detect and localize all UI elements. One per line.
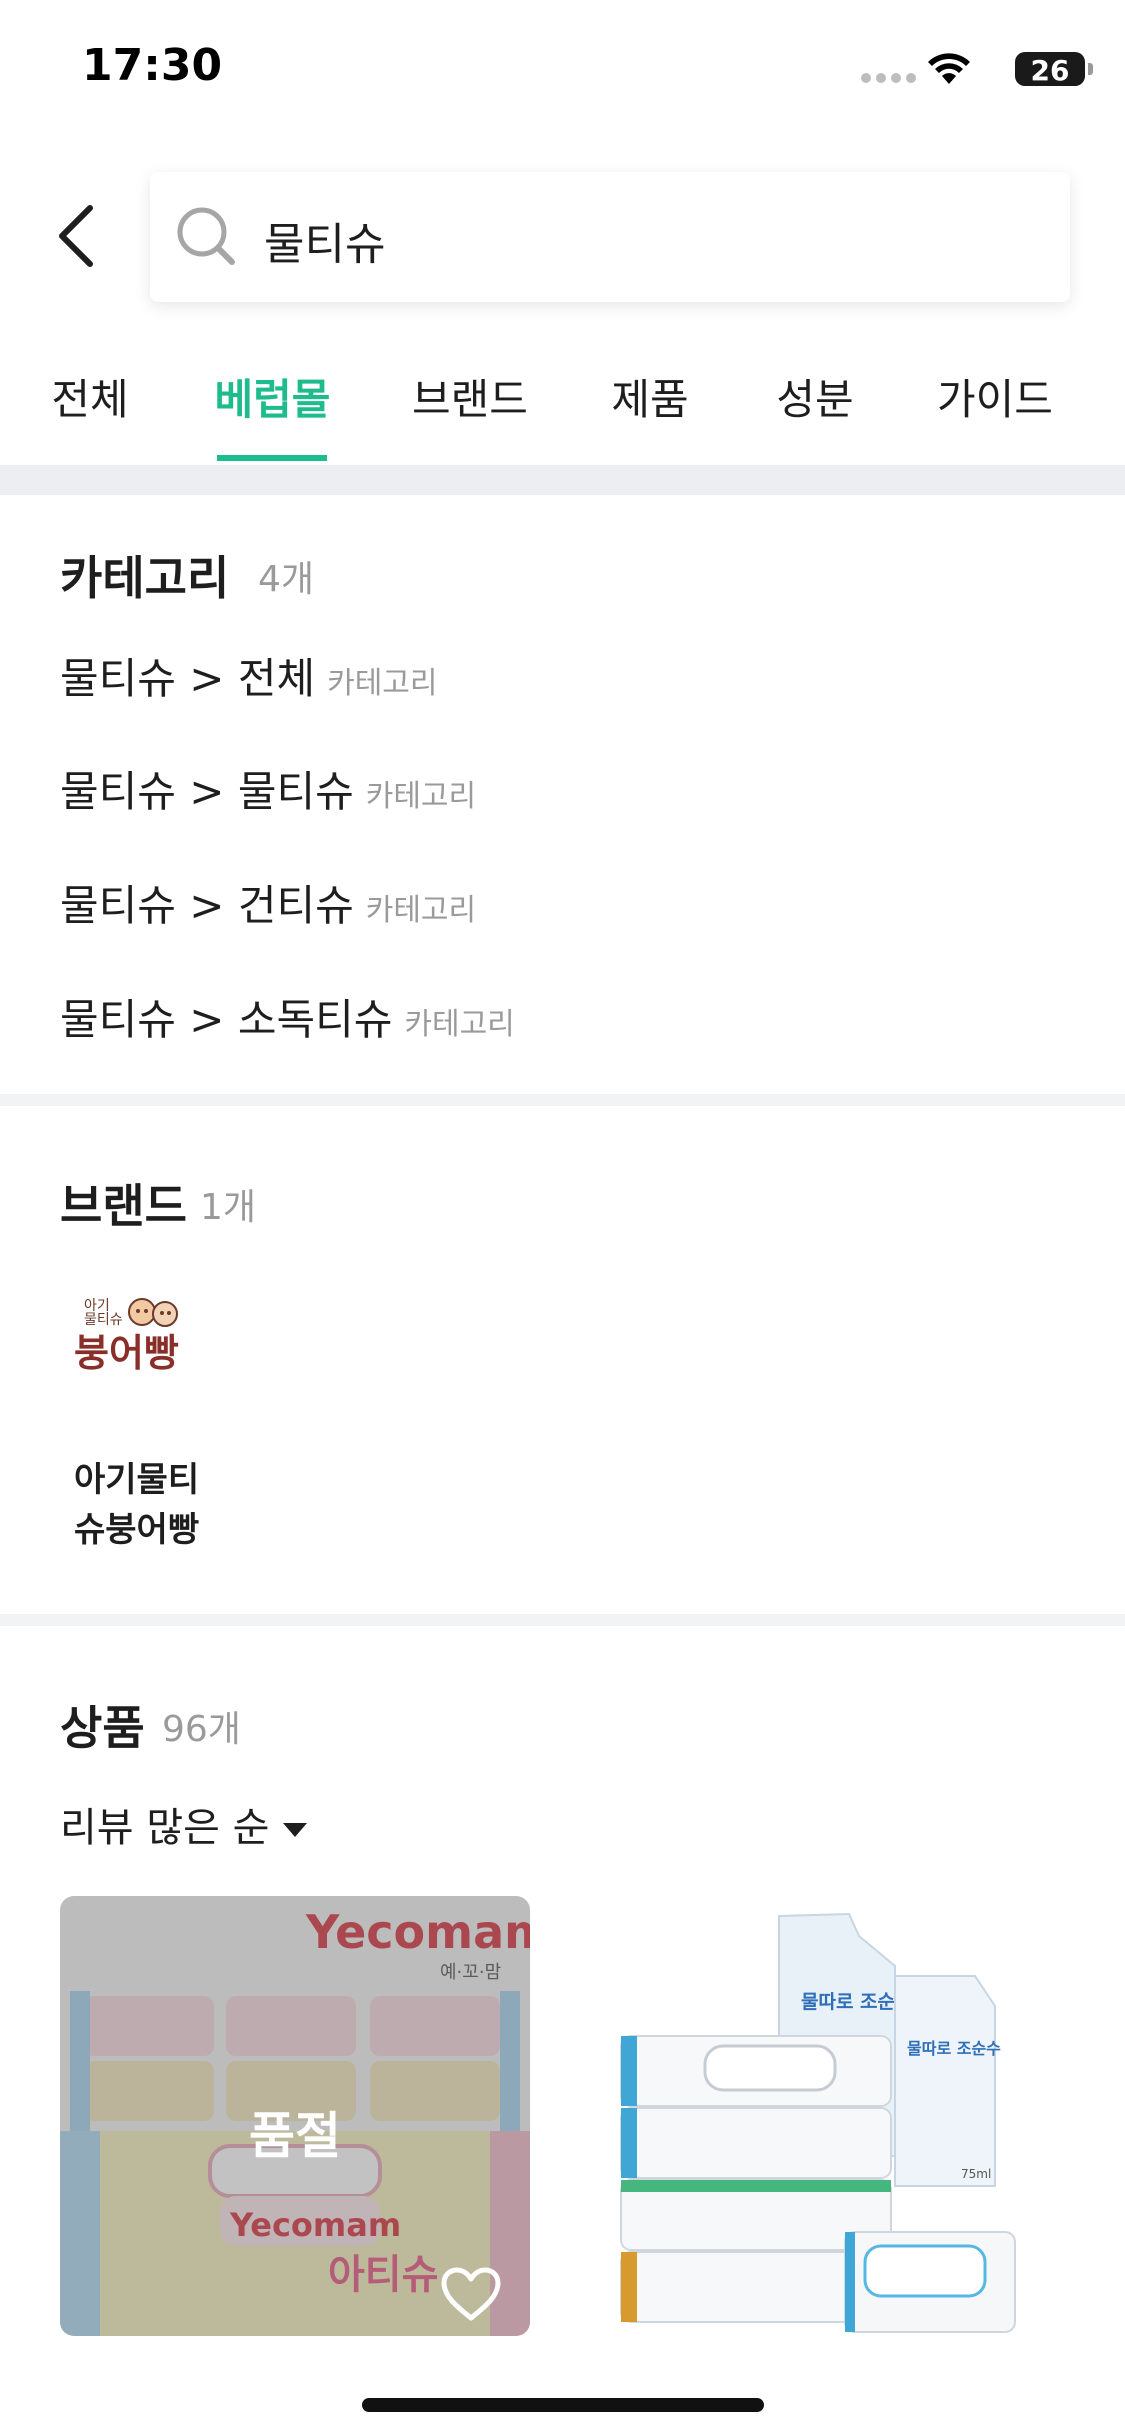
home-indicator: [362, 2398, 764, 2412]
tab-all[interactable]: 전체: [30, 360, 150, 465]
category-item-label: 물티슈 > 건티슈: [60, 881, 354, 930]
category-item[interactable]: 물티슈 > 전체 카테고리: [60, 645, 438, 715]
cellular-signal-icon: [861, 73, 917, 85]
tab-ingredient[interactable]: 성분: [755, 360, 875, 465]
svg-text:붕어빵: 붕어빵: [74, 1331, 179, 1375]
category-item-tag: 카테고리: [365, 779, 477, 814]
divider: [0, 465, 1125, 495]
tab-brand[interactable]: 브랜드: [400, 360, 540, 465]
soldout-label: 품절: [249, 2107, 341, 2165]
tab-beverup-mall[interactable]: 베럽몰: [205, 360, 340, 465]
product-card[interactable]: Yecomam 예·꼬·맘 Yecomam 아티슈 품절: [60, 1896, 530, 2336]
svg-text:75ml: 75ml: [961, 2167, 991, 2181]
brand-name-text: 아기물티 슈붕어빵: [74, 1460, 200, 1550]
svg-text:물따로 조순수: 물따로 조순수: [907, 2039, 1001, 2058]
heart-icon[interactable]: [440, 2266, 502, 2322]
product-section-title: 상품: [60, 1701, 145, 1755]
category-item[interactable]: 물티슈 > 소독티슈 카테고리: [60, 986, 515, 1056]
product-card[interactable]: 물따로 조순수 물따로 조순수 75ml: [595, 1896, 1065, 2336]
tab-bar: 전체 베럽몰 브랜드 제품 성분 가이드: [0, 360, 1125, 465]
sort-dropdown[interactable]: 리뷰 많은 순: [60, 1795, 308, 1853]
search-input[interactable]: 물티슈: [150, 172, 1070, 302]
category-item-tag: 카테고리: [404, 1007, 515, 1042]
back-button[interactable]: [48, 196, 108, 276]
tab-product[interactable]: 제품: [590, 360, 710, 465]
product-image: 물따로 조순수 물따로 조순수 75ml: [595, 1896, 1065, 2336]
category-section-title: 카테고리: [60, 551, 230, 605]
product-count: 96개: [162, 1709, 241, 1750]
category-count: 4개: [258, 559, 315, 600]
battery-level: 26: [1030, 54, 1070, 87]
brand-logo: 아기 물티슈 붕어빵: [74, 1298, 179, 1375]
sort-label: 리뷰 많은 순: [60, 1805, 270, 1851]
brand-count: 1개: [200, 1187, 257, 1228]
tab-guide[interactable]: 가이드: [925, 360, 1065, 465]
category-item[interactable]: 물티슈 > 건티슈 카테고리: [60, 872, 476, 942]
brand-name: 아기물티 슈붕어빵: [74, 1455, 244, 1555]
search-query[interactable]: 물티슈: [264, 208, 385, 272]
status-indicators: 26: [825, 48, 1093, 88]
category-item-label: 물티슈 > 전체: [60, 654, 316, 703]
battery-icon: 26: [1015, 52, 1093, 87]
brand-section-title: 브랜드: [60, 1179, 187, 1233]
category-item-label: 물티슈 > 물티슈: [60, 767, 354, 816]
status-time: 17:30: [82, 40, 223, 91]
category-item[interactable]: 물티슈 > 물티슈 카테고리: [60, 758, 476, 828]
active-tab-indicator: [217, 455, 327, 461]
category-item-tag: 카테고리: [365, 893, 477, 928]
app-screen: 17:30 26 물티슈 전체 베럽몰 브랜드 제품 성분 가이드 카테고리 4…: [0, 0, 1125, 2436]
divider: [0, 1094, 1125, 1106]
divider: [0, 1614, 1125, 1626]
category-item-tag: 카테고리: [327, 666, 438, 701]
category-item-label: 물티슈 > 소독티슈: [60, 995, 393, 1044]
svg-text:물티슈: 물티슈: [84, 1312, 123, 1328]
search-icon: [177, 207, 235, 265]
chevron-down-icon: [283, 1823, 308, 1837]
wifi-icon: [928, 53, 970, 84]
